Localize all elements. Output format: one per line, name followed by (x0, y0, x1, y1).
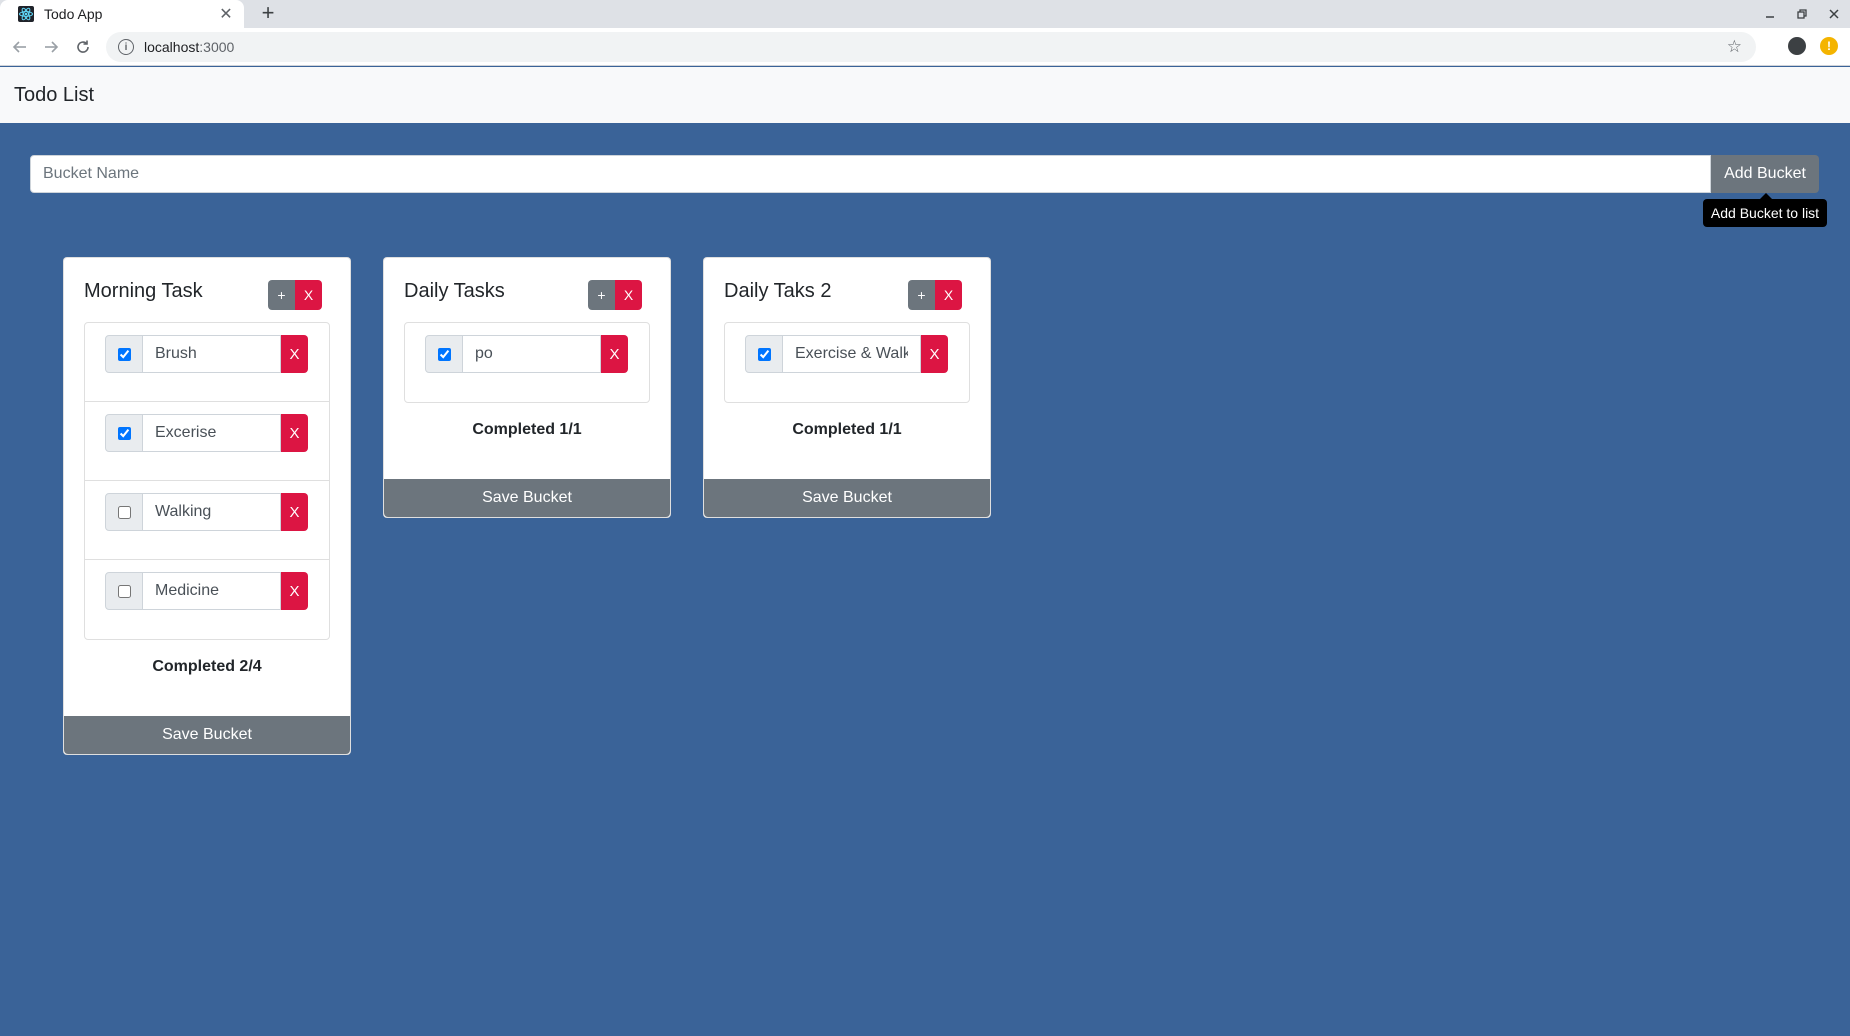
task-text-input[interactable] (143, 335, 281, 373)
add-task-button[interactable]: + (588, 280, 615, 310)
task-checkbox-wrapper (425, 335, 463, 373)
task-checkbox-wrapper (105, 335, 143, 373)
task-checkbox[interactable] (117, 584, 131, 598)
task-checkbox-wrapper (105, 572, 143, 610)
restore-icon[interactable] (1786, 0, 1818, 28)
site-info-icon[interactable]: i (118, 39, 134, 55)
task-row: X (405, 323, 649, 402)
task-list: X (724, 322, 970, 403)
task-checkbox-wrapper (105, 493, 143, 531)
bucket-card-daily-taks-2: Daily Taks 2 + X X Completed 1/1 Save Bu… (703, 257, 991, 518)
bucket-title: Morning Task (84, 280, 203, 302)
save-bucket-button[interactable]: Save Bucket (704, 479, 990, 517)
close-window-icon[interactable] (1818, 0, 1850, 28)
add-bucket-tooltip: Add Bucket to list (1703, 199, 1827, 227)
forward-arrow-icon[interactable] (38, 34, 64, 60)
profile-alert-icon[interactable]: ! (1820, 37, 1838, 55)
app-navbar: Todo List (0, 67, 1850, 123)
add-bucket-button[interactable]: Add Bucket (1711, 155, 1819, 193)
task-checkbox[interactable] (117, 426, 131, 440)
delete-task-button[interactable]: X (601, 335, 628, 373)
task-row: X (85, 560, 329, 639)
extension-icon[interactable] (1788, 37, 1806, 55)
address-bar[interactable]: i localhost:3000 ☆ (106, 32, 1756, 62)
save-bucket-button[interactable]: Save Bucket (64, 716, 350, 754)
bucket-title: Daily Tasks (404, 280, 505, 302)
delete-bucket-button[interactable]: X (295, 280, 322, 310)
completed-count: Completed 2/4 (152, 658, 262, 675)
task-row: X (85, 323, 329, 402)
minimize-icon[interactable] (1754, 0, 1786, 28)
completed-count: Completed 1/1 (472, 421, 582, 438)
url-text: localhost:3000 (144, 39, 234, 55)
completed-count: Completed 1/1 (792, 421, 902, 438)
bucket-card-morning-task: Morning Task + X X X X X Completed 2/4 S… (63, 257, 351, 755)
browser-tab[interactable]: Todo App ✕ (0, 0, 244, 28)
bucket-header: Morning Task + X (64, 258, 350, 322)
task-checkbox[interactable] (117, 505, 131, 519)
task-text-input[interactable] (143, 493, 281, 531)
delete-task-button[interactable]: X (281, 493, 308, 531)
url-host: localhost (144, 39, 200, 55)
task-checkbox[interactable] (117, 347, 131, 361)
task-checkbox[interactable] (437, 347, 451, 361)
react-icon (18, 6, 34, 22)
bucket-header: Daily Taks 2 + X (704, 258, 990, 322)
task-text-input[interactable] (143, 572, 281, 610)
window-controls (1754, 0, 1850, 28)
task-row: X (725, 323, 969, 402)
task-text-input[interactable] (143, 414, 281, 452)
task-row: X (85, 402, 329, 481)
task-text-input[interactable] (783, 335, 921, 373)
bookmark-star-icon[interactable]: ☆ (1727, 38, 1742, 56)
task-list: X X X X (84, 322, 330, 640)
browser-toolbar: i localhost:3000 ☆ ! (0, 28, 1850, 66)
task-checkbox-wrapper (745, 335, 783, 373)
new-tab-button[interactable]: + (256, 0, 280, 28)
delete-task-button[interactable]: X (281, 335, 308, 373)
url-port: :3000 (199, 39, 235, 55)
bucket-header: Daily Tasks + X (384, 258, 670, 322)
task-text-input[interactable] (463, 335, 601, 373)
task-checkbox[interactable] (757, 347, 771, 361)
delete-bucket-button[interactable]: X (615, 280, 642, 310)
task-row: X (85, 481, 329, 560)
browser-tab-strip: Todo App ✕ + (0, 0, 1850, 28)
app-title[interactable]: Todo List (14, 84, 94, 107)
bucket-title: Daily Taks 2 (724, 280, 832, 302)
back-arrow-icon[interactable] (7, 34, 33, 60)
task-checkbox-wrapper (105, 414, 143, 452)
save-bucket-button[interactable]: Save Bucket (384, 479, 670, 517)
close-tab-icon[interactable]: ✕ (218, 4, 234, 24)
add-task-button[interactable]: + (268, 280, 295, 310)
task-list: X (404, 322, 650, 403)
bucket-name-input[interactable] (30, 155, 1711, 193)
delete-bucket-button[interactable]: X (935, 280, 962, 310)
reload-icon[interactable] (70, 34, 96, 60)
bucket-card-daily-tasks: Daily Tasks + X X Completed 1/1 Save Buc… (383, 257, 671, 518)
delete-task-button[interactable]: X (281, 572, 308, 610)
add-task-button[interactable]: + (908, 280, 935, 310)
delete-task-button[interactable]: X (281, 414, 308, 452)
delete-task-button[interactable]: X (921, 335, 948, 373)
tab-title: Todo App (44, 6, 103, 22)
